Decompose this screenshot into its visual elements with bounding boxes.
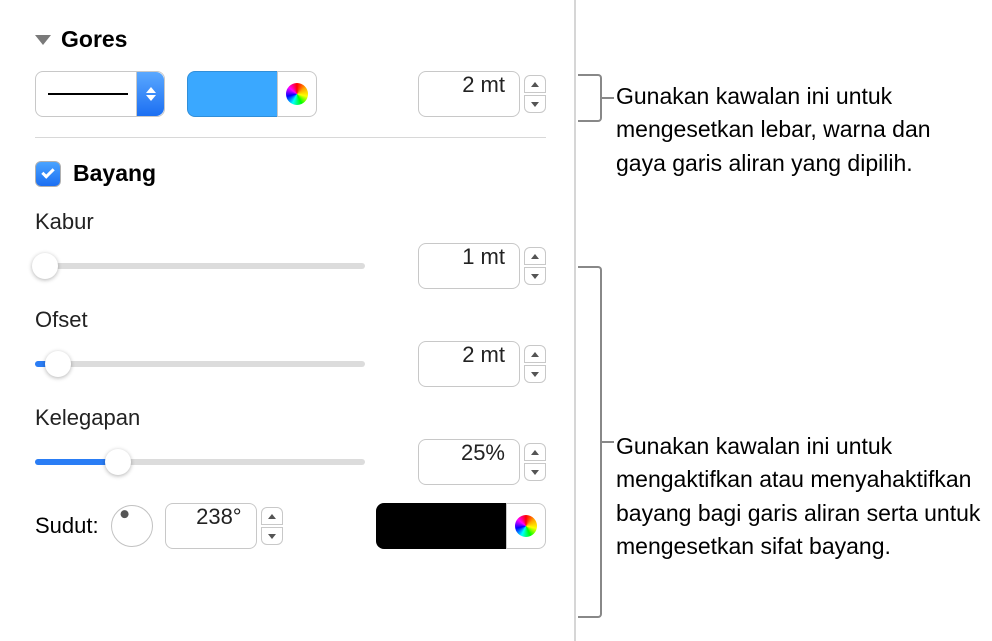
inspector-panel: Gores 2 mt Bayang [7, 0, 576, 641]
angle-row: Sudut: 238° [35, 503, 546, 549]
stroke-style-select[interactable] [35, 71, 165, 117]
blur-input[interactable]: 1 mt [418, 243, 520, 289]
offset-input[interactable]: 2 mt [418, 341, 520, 387]
shadow-color-swatch [376, 503, 506, 549]
color-picker-button[interactable] [277, 71, 317, 117]
checkmark-icon [41, 165, 54, 178]
stroke-width-field: 2 mt [418, 71, 546, 117]
stroke-width-stepper[interactable] [524, 71, 546, 117]
stepper-up-icon [524, 75, 546, 93]
shadow-checkbox[interactable] [35, 161, 61, 187]
stroke-controls-row: 2 mt [35, 71, 546, 117]
callout-bracket-stroke [578, 74, 602, 122]
divider [35, 137, 546, 138]
opacity-slider[interactable] [35, 447, 365, 477]
offset-group: Ofset 2 mt [35, 307, 546, 387]
angle-label: Sudut: [35, 513, 99, 539]
callout-bracket-shadow [578, 266, 602, 618]
blur-stepper[interactable] [524, 243, 546, 289]
opacity-group: Kelegapan 25% [35, 405, 546, 485]
blur-group: Kabur 1 mt [35, 209, 546, 289]
opacity-label: Kelegapan [35, 405, 546, 431]
offset-label: Ofset [35, 307, 546, 333]
stepper-down-icon [524, 95, 546, 113]
offset-slider[interactable] [35, 349, 365, 379]
opacity-input[interactable]: 25% [418, 439, 520, 485]
stroke-color-well[interactable] [187, 71, 317, 117]
callout-stroke: Gunakan kawalan ini untuk mengesetkan le… [616, 80, 976, 180]
stroke-preview-line [48, 93, 128, 95]
stroke-width-input[interactable]: 2 mt [418, 71, 520, 117]
offset-stepper[interactable] [524, 341, 546, 387]
blur-slider[interactable] [35, 251, 365, 281]
color-wheel-icon [286, 83, 308, 105]
opacity-stepper[interactable] [524, 439, 546, 485]
stroke-section-header[interactable]: Gores [35, 26, 546, 53]
callout-shadow: Gunakan kawalan ini untuk mengaktifkan a… [616, 430, 986, 563]
angle-dial-dot [120, 510, 128, 518]
stroke-color-swatch [187, 71, 277, 117]
disclosure-triangle-icon [35, 35, 51, 45]
shadow-color-well[interactable] [376, 503, 546, 549]
blur-label: Kabur [35, 209, 546, 235]
shadow-title: Bayang [73, 160, 156, 187]
shadow-checkbox-row: Bayang [35, 160, 546, 187]
shadow-color-picker-button[interactable] [506, 503, 546, 549]
popup-arrows-icon [136, 72, 164, 116]
angle-stepper[interactable] [261, 503, 283, 549]
angle-dial[interactable] [111, 505, 153, 547]
angle-input[interactable]: 238° [165, 503, 257, 549]
stroke-title: Gores [61, 26, 127, 53]
color-wheel-icon [515, 515, 537, 537]
